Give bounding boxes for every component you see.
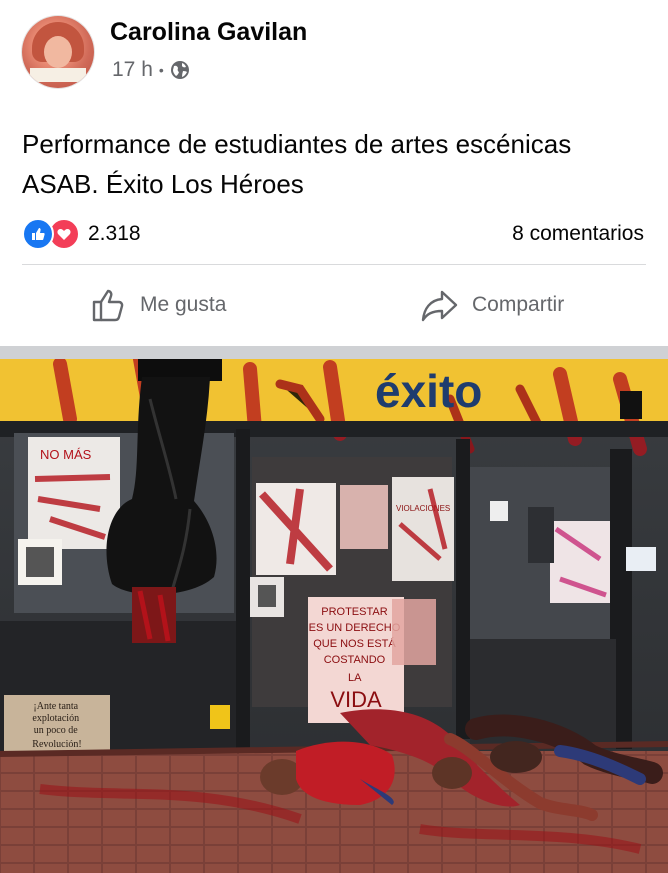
comments-count[interactable]: 8 comentarios <box>512 222 644 246</box>
poster-main-line-5: LA <box>348 672 362 684</box>
author-avatar[interactable] <box>22 16 94 88</box>
reactions-summary[interactable]: 2.318 <box>22 218 141 250</box>
store-sign-text: éxito <box>375 365 482 417</box>
meta-separator: • <box>158 62 164 78</box>
post-photo[interactable]: éxito NO MÁS VIOLACIONES PROTESTAR ES UN… <box>0 359 668 873</box>
like-button-label: Me gusta <box>140 293 227 316</box>
like-reaction-icon <box>22 218 54 250</box>
poster-main-line-4: COSTANDO <box>324 654 386 666</box>
post-header: Carolina Gavilan 17 h • <box>0 0 668 110</box>
globe-icon <box>170 61 189 79</box>
poster-main-line-3: QUE NOS ESTÁ <box>313 637 396 650</box>
share-button-label: Compartir <box>472 293 565 316</box>
poster-main-line-1: PROTESTAR <box>321 606 387 618</box>
poster-left-text: NO MÁS <box>40 447 92 462</box>
share-arrow-icon <box>421 290 458 322</box>
post-text: Performance de estudiantes de artes escé… <box>22 129 572 199</box>
cardboard-line-3: un poco de <box>34 725 78 736</box>
share-button[interactable]: Compartir <box>420 286 564 324</box>
poster-main-line-6: VIDA <box>330 687 382 712</box>
author-name[interactable]: Carolina Gavilan <box>110 18 307 47</box>
svg-text:¡Ante tanta explotación: ¡Ante tanta explotación un poco de Revol… <box>32 701 81 750</box>
post-time[interactable]: 17 h <box>112 58 153 82</box>
poster-violaciones: VIOLACIONES <box>392 477 454 581</box>
cardboard-sign: ¡Ante tanta explotación un poco de Revol… <box>4 695 110 755</box>
cardboard-line-2: explotación <box>32 713 79 724</box>
feed-separator <box>0 346 668 359</box>
poster-main-line-2: ES UN DERECHO <box>309 622 401 634</box>
poster-center-text: VIOLACIONES <box>396 504 450 513</box>
reaction-count: 2.318 <box>88 222 141 245</box>
cardboard-line-4: Revolución! <box>32 739 81 750</box>
divider <box>22 264 646 265</box>
poster-protestar: PROTESTAR ES UN DERECHO QUE NOS ESTÁ COS… <box>308 597 404 723</box>
poster-no-mas: NO MÁS <box>28 437 120 549</box>
thumbs-up-icon <box>92 289 124 322</box>
like-button[interactable]: Me gusta <box>90 286 226 324</box>
cardboard-line-1: ¡Ante tanta <box>33 701 78 712</box>
post-meta: 17 h • <box>112 58 190 82</box>
